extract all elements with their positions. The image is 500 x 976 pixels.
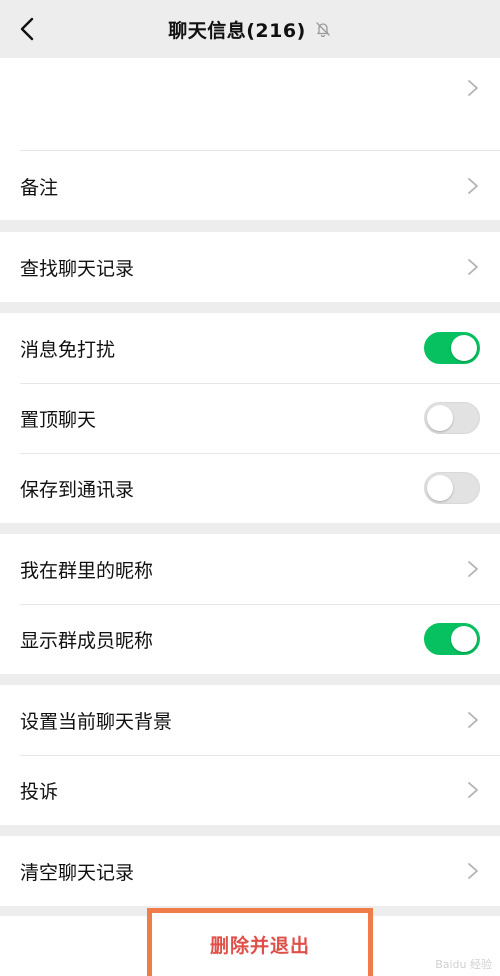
page-title: 聊天信息(216) [168,16,332,43]
row-my-nickname[interactable]: 我在群里的昵称 [0,534,500,604]
mute-toggle[interactable] [424,332,480,364]
group-chat-settings: 消息免打扰 置顶聊天 保存到通讯录 [0,313,500,523]
save-contacts-toggle[interactable] [424,472,480,504]
group-members-panel: 备注 [0,58,500,220]
row-save-to-contacts: 保存到通讯录 [0,453,500,523]
chevron-right-icon [468,863,478,879]
row-clear-history[interactable]: 清空聊天记录 [0,836,500,906]
row-search-history[interactable]: 查找聊天记录 [0,232,500,302]
back-button[interactable] [12,12,42,46]
chevron-right-icon [468,712,478,728]
watermark: Baidu 经验 [435,958,492,971]
page-title-text: 聊天信息(216) [168,19,306,42]
row-label: 备注 [20,176,59,199]
chevron-right-icon[interactable] [466,78,480,102]
row-label: 消息免打扰 [20,338,116,361]
delete-highlight-box: 删除并退出 [147,908,373,976]
group-clear: 清空聊天记录 [0,836,500,906]
group-search: 查找聊天记录 [0,232,500,302]
row-label: 投诉 [20,780,59,803]
row-label: 清空聊天记录 [20,861,135,884]
chevron-right-icon [468,259,478,275]
pin-toggle[interactable] [424,402,480,434]
row-mute-notifications: 消息免打扰 [0,313,500,383]
row-chat-background[interactable]: 设置当前聊天背景 [0,685,500,755]
row-label: 保存到通讯录 [20,478,135,501]
row-show-nicknames: 显示群成员昵称 [0,604,500,674]
bell-off-icon [314,20,332,38]
show-nicknames-toggle[interactable] [424,623,480,655]
group-background: 设置当前聊天背景 投诉 [0,685,500,825]
row-label: 置顶聊天 [20,408,97,431]
row-label: 我在群里的昵称 [20,559,154,582]
row-label: 查找聊天记录 [20,257,135,280]
row-pin-chat: 置顶聊天 [0,383,500,453]
row-remark[interactable]: 备注 [0,151,500,221]
row-label: 设置当前聊天背景 [20,710,173,733]
group-nickname: 我在群里的昵称 显示群成员昵称 [0,534,500,674]
nav-bar: 聊天信息(216) [0,0,500,58]
row-label: 显示群成员昵称 [20,629,154,652]
delete-and-exit-button[interactable]: 删除并退出 [210,931,310,958]
chevron-right-icon [468,782,478,798]
chevron-left-icon [20,17,34,41]
chevron-right-icon [468,561,478,577]
row-complaint[interactable]: 投诉 [0,755,500,825]
chevron-right-icon [468,178,478,194]
